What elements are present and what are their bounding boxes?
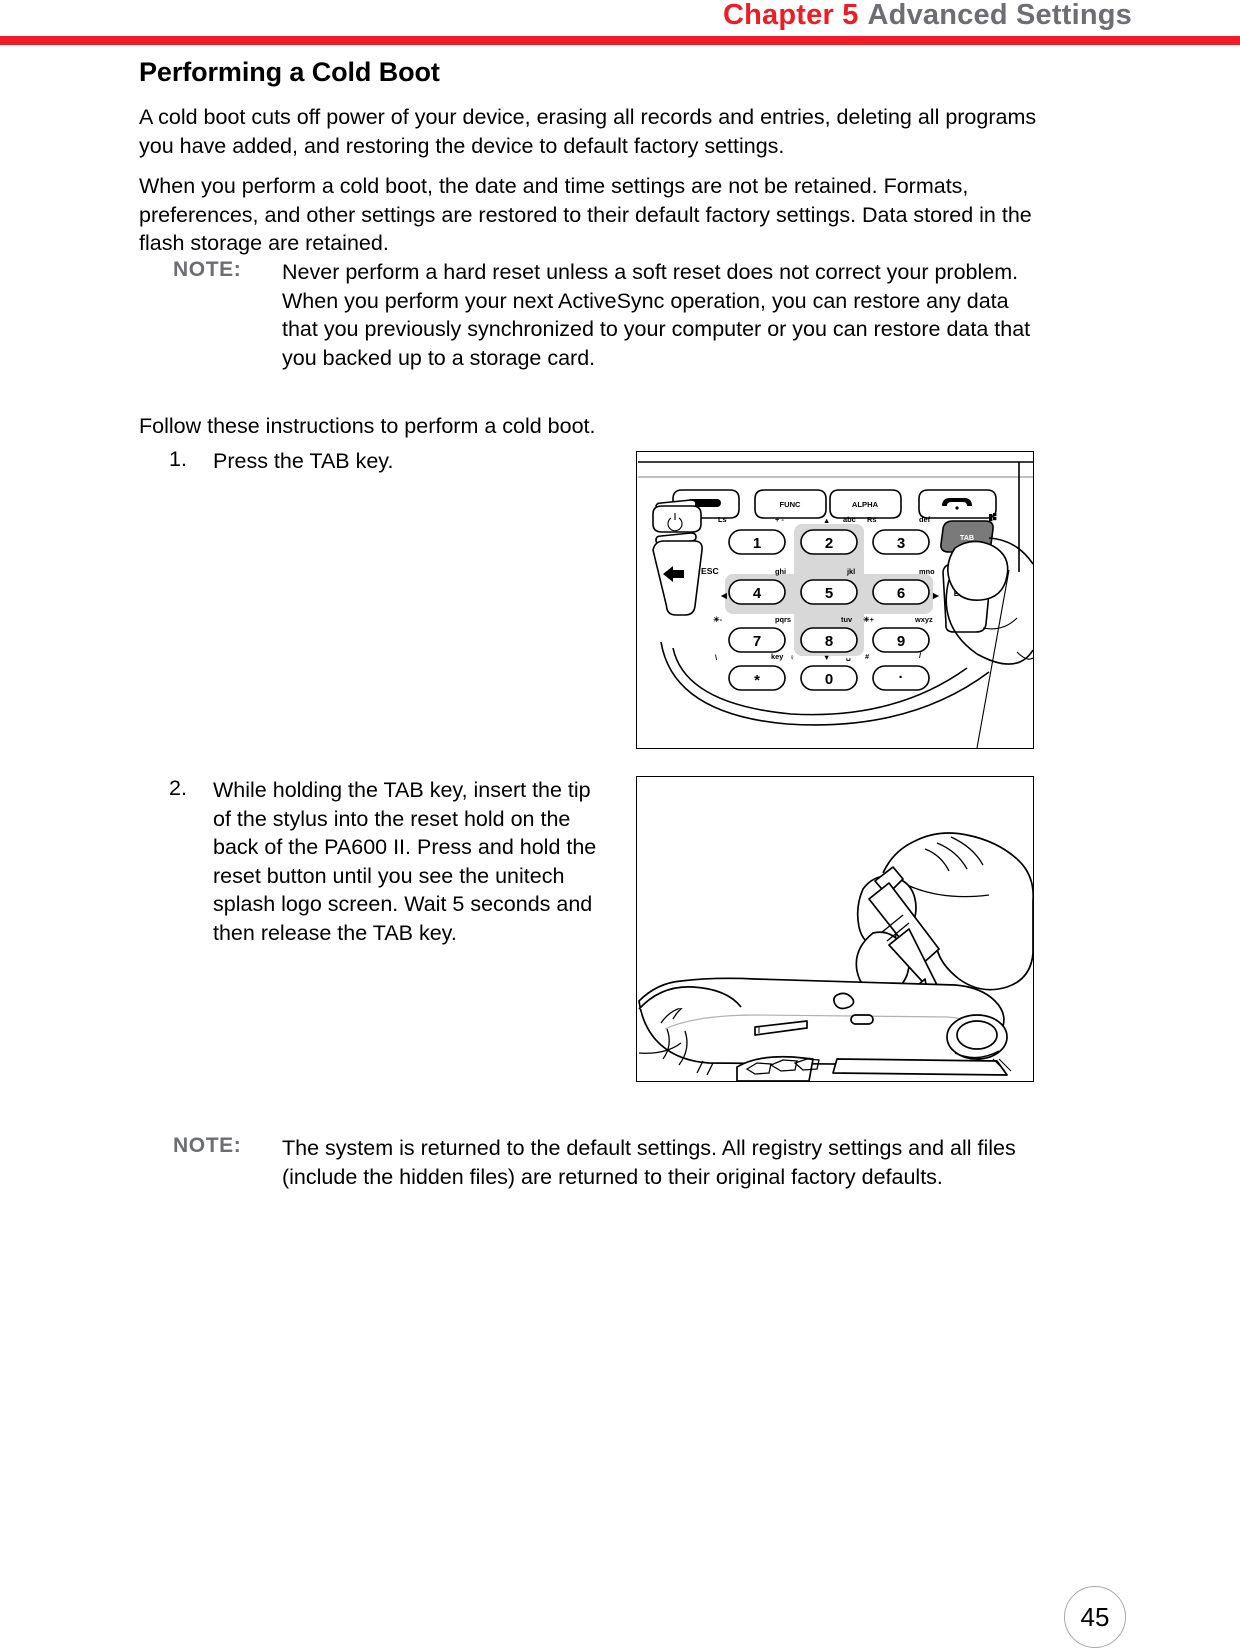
svg-text:8: 8	[825, 633, 833, 650]
hint-brightness-down: ☀-	[713, 615, 723, 624]
paragraph-intro: A cold boot cuts off power of your devic…	[139, 105, 1037, 158]
key-4: 4	[728, 579, 786, 605]
key-6: 6	[872, 579, 930, 605]
svg-text:2: 2	[825, 535, 833, 552]
key-back-arrow	[652, 540, 703, 616]
key-alpha-label: ALPHA	[852, 500, 879, 509]
key-0: 0	[800, 665, 858, 691]
hint-pqrs: pqrs	[775, 615, 791, 624]
hint-down: ▼	[823, 653, 830, 662]
key-2: 2	[800, 529, 858, 555]
figure-keypad: .ln{fill:none;stroke:#000;stroke-width:1…	[636, 451, 1034, 749]
key-power-area	[652, 499, 702, 545]
svg-text:0: 0	[825, 671, 833, 688]
stylus-reset-illustration: .s1{fill:#fff;stroke:#000;stroke-width:1…	[638, 832, 1033, 1081]
svg-text:*: *	[754, 672, 760, 689]
note-label: NOTE:	[173, 258, 242, 281]
key-alpha: ALPHA	[829, 489, 902, 519]
hint-right: ▶	[932, 591, 939, 600]
key-9: 9	[872, 627, 930, 653]
paragraph-follow: Follow these instructions to perform a c…	[139, 414, 596, 438]
key-star: *	[728, 665, 786, 691]
key-1: 1	[728, 529, 786, 555]
key-3: 3	[872, 529, 930, 555]
hint-plusminus: + -	[775, 515, 784, 524]
device-slot	[850, 1014, 874, 1025]
device-screen	[832, 1058, 1008, 1076]
page-number-value: 45	[1080, 1601, 1110, 1632]
paragraph-details: When you perform a cold boot, the date a…	[139, 174, 1032, 255]
hint-mno: mno	[919, 567, 935, 576]
key-5: 5	[800, 579, 858, 605]
step-text: While holding the TAB key, insert the ti…	[213, 778, 597, 945]
hint-jkl: jkl	[846, 567, 855, 576]
note-text: Never perform a hard reset unless a soft…	[282, 260, 1031, 370]
hint-ls: Ls	[718, 515, 727, 524]
hint-slash: /	[919, 651, 921, 660]
svg-text:7: 7	[753, 633, 761, 650]
key-tab-label: TAB	[960, 533, 974, 542]
hint-wxyz: wxyz	[914, 615, 933, 624]
step-number: 2.	[169, 776, 187, 800]
hint-esc: ESC	[701, 566, 719, 576]
hint-rs: Rs	[867, 515, 876, 524]
hint-abc: abc	[843, 515, 856, 524]
key-phone	[918, 489, 997, 519]
note-label: NOTE:	[173, 1134, 242, 1157]
key-func-label: FUNC	[779, 500, 801, 509]
hint-tuv: tuv	[841, 615, 853, 624]
page-number: 45	[1064, 1586, 1126, 1648]
keylight-icon: ♀	[789, 653, 795, 662]
camera-lens	[946, 1014, 1008, 1060]
key-7: 7	[728, 627, 786, 653]
svg-text:·: ·	[899, 669, 904, 686]
key-dot: ·	[872, 665, 930, 691]
step-number: 1.	[169, 447, 187, 471]
svg-text:6: 6	[897, 585, 905, 602]
hint-backslash: \	[715, 653, 717, 662]
hint-hash: #	[865, 652, 869, 661]
hint-left: ◀	[720, 591, 727, 600]
keypad-illustration: .ln{fill:none;stroke:#000;stroke-width:1…	[638, 461, 1033, 748]
hint-keylight: key	[771, 652, 784, 661]
step-text: Press the TAB key.	[213, 449, 394, 473]
figure-stylus-reset: .s1{fill:#fff;stroke:#000;stroke-width:1…	[636, 776, 1034, 1082]
svg-text:1: 1	[753, 535, 761, 552]
key-8: 8	[800, 627, 858, 653]
svg-text:3: 3	[897, 535, 905, 552]
hint-up: ▲	[823, 516, 830, 525]
page-title: Performing a Cold Boot	[139, 57, 440, 87]
hint-brightness-up: ☀+	[863, 615, 875, 624]
key-func: FUNC	[754, 489, 827, 519]
reset-hole	[833, 992, 855, 1010]
hint-space: ␣	[846, 652, 851, 661]
svg-text:5: 5	[825, 585, 833, 602]
svg-text:4: 4	[753, 585, 762, 602]
svg-text:9: 9	[897, 633, 905, 650]
hint-def: def	[919, 515, 931, 524]
page-content: Performing a Cold Boot A cold boot cuts …	[0, 0, 1240, 1650]
hint-ghi: ghi	[775, 567, 786, 576]
note-text: The system is returned to the default se…	[282, 1136, 1016, 1189]
